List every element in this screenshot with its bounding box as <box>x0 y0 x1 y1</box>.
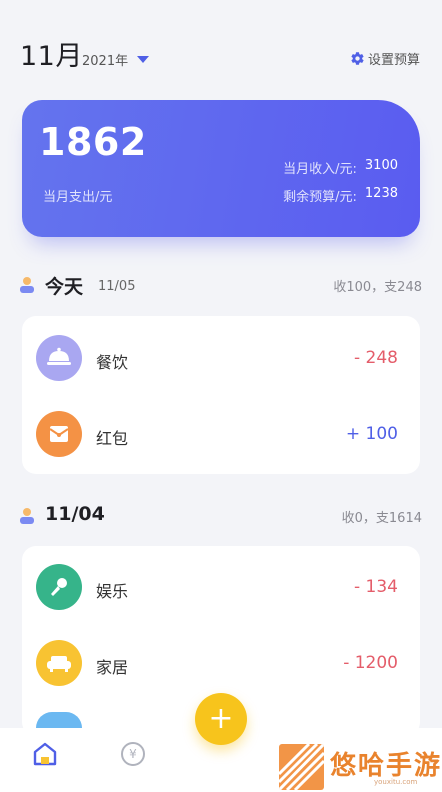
red-envelope-icon <box>36 411 82 457</box>
transaction-category: 娱乐 <box>96 582 129 601</box>
monthly-income-label: 当月收入/元: <box>283 162 357 177</box>
transaction-row[interactable]: 红包 + 100 <box>22 405 420 465</box>
month-label[interactable]: 11月 <box>20 34 83 73</box>
transaction-amount: - 248 <box>354 348 398 368</box>
sofa-icon <box>36 640 82 686</box>
monthly-income-row: 当月收入/元: 3100 <box>283 158 398 177</box>
remaining-budget-row: 剩余预算/元: 1238 <box>283 186 398 205</box>
transaction-category: 家居 <box>96 658 129 677</box>
transaction-category: 红包 <box>96 429 129 448</box>
category-icon <box>36 712 82 728</box>
day-summary: 收0，支1614 <box>341 511 422 526</box>
add-record-button[interactable]: + <box>195 693 247 745</box>
day-avatar-icon <box>20 508 34 524</box>
set-budget-button[interactable]: 设置预算 <box>350 49 420 68</box>
transaction-row[interactable]: 餐饮 - 248 <box>22 329 420 389</box>
transaction-row[interactable]: 娱乐 - 134 <box>22 558 420 618</box>
transaction-category: 餐饮 <box>96 353 129 372</box>
set-budget-label: 设置预算 <box>367 53 420 68</box>
header: 11月 2021年 设置预算 <box>20 34 420 74</box>
monthly-spent-label: 当月支出/元 <box>43 190 113 205</box>
transaction-amount: + 100 <box>345 424 398 444</box>
watermark-text: 悠哈手游 <box>330 751 442 781</box>
transaction-amount: - 1200 <box>343 653 398 673</box>
microphone-icon <box>36 564 82 610</box>
day-title: 11/04 <box>45 503 105 525</box>
remaining-budget-value: 1238 <box>364 186 398 201</box>
transaction-row[interactable]: 家居 - 1200 <box>22 634 420 694</box>
gear-icon <box>351 52 364 65</box>
monthly-income-value: 3100 <box>364 158 398 173</box>
day-date: 11/05 <box>98 279 136 294</box>
year-selector[interactable]: 2021年 <box>82 50 128 69</box>
home-icon[interactable] <box>31 740 59 768</box>
yen-icon[interactable]: ¥ <box>121 742 145 766</box>
monthly-spent-amount: 1862 <box>39 120 147 164</box>
day-title: 今天 <box>45 276 84 298</box>
watermark-logo-icon <box>279 744 324 790</box>
food-icon <box>36 335 82 381</box>
transaction-list-card: 餐饮 - 248 红包 + 100 <box>22 316 420 474</box>
caret-down-icon[interactable] <box>137 56 149 63</box>
day-header: 今天 11/05 收100，支248 <box>20 271 422 301</box>
watermark-url: youxitu.com <box>374 778 418 786</box>
transaction-amount: - 134 <box>354 577 398 597</box>
monthly-summary-card: 1862 当月支出/元 当月收入/元: 3100 剩余预算/元: 1238 <box>22 100 420 237</box>
day-summary: 收100，支248 <box>333 280 422 295</box>
remaining-budget-label: 剩余预算/元: <box>283 190 357 205</box>
watermark: 悠哈手游 youxitu.com <box>276 742 442 792</box>
day-header: 11/04 收0，支1614 <box>20 502 422 532</box>
day-avatar-icon <box>20 277 34 293</box>
